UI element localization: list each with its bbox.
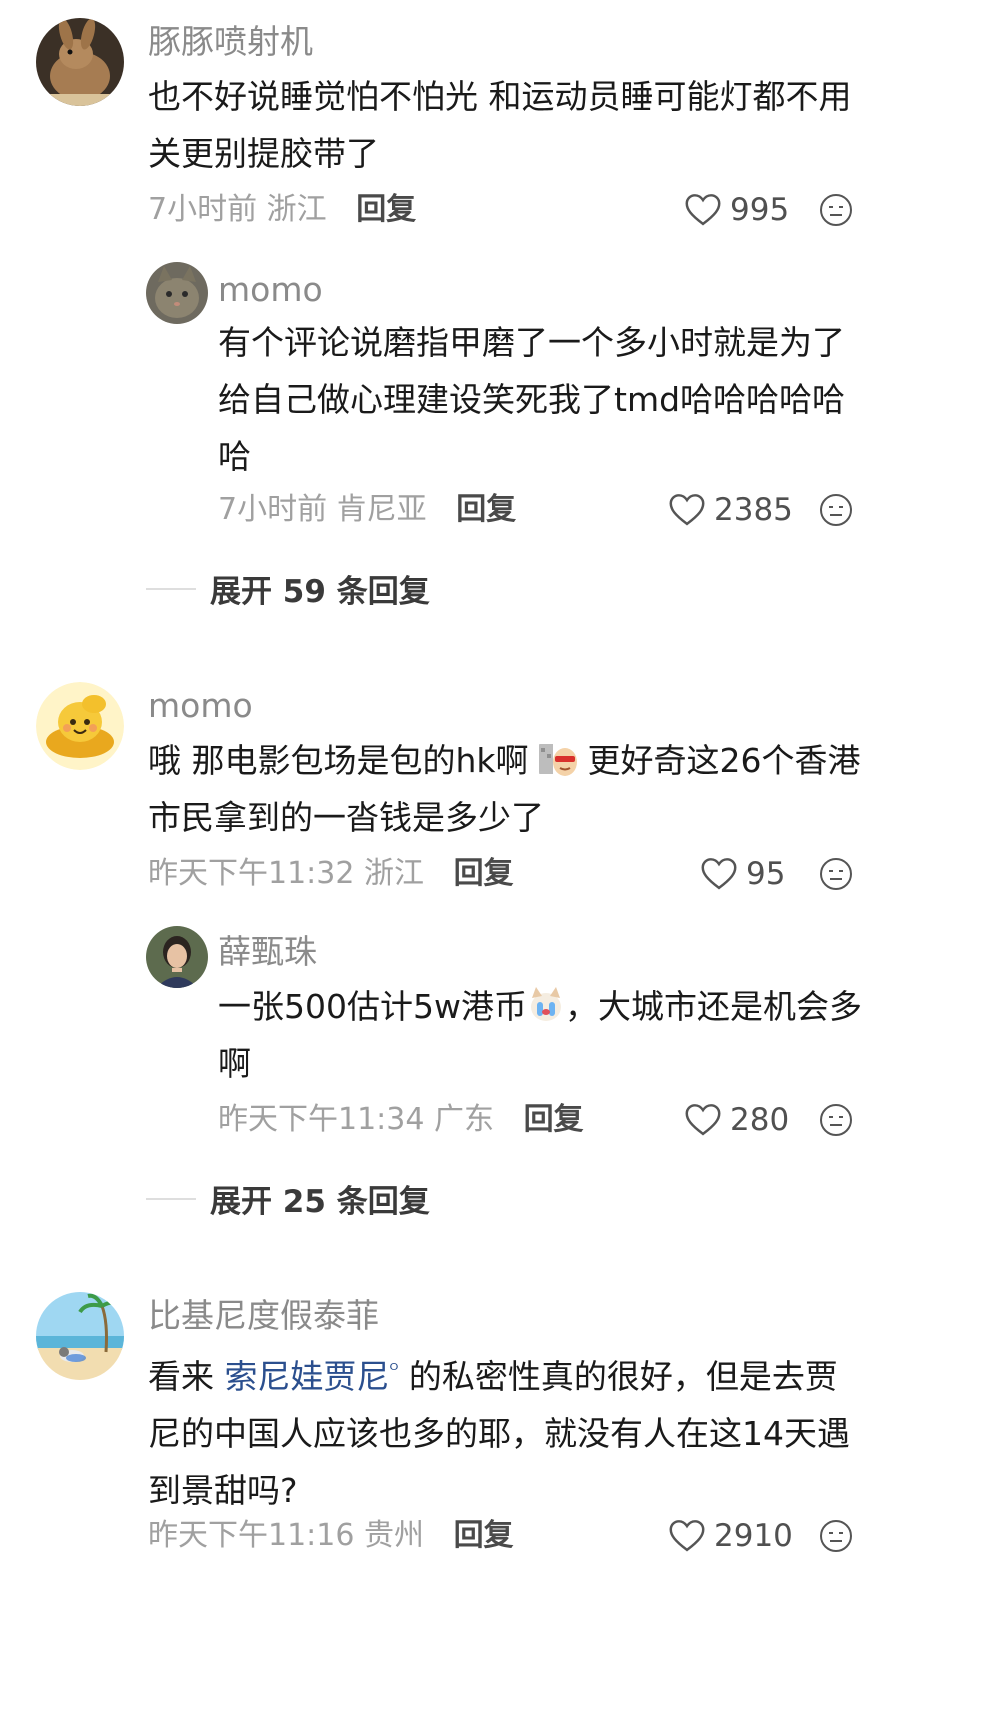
comment-location: 浙江 (266, 192, 327, 227)
like-button[interactable]: 995 (684, 190, 789, 230)
reply-author[interactable]: 薛甄珠 (218, 932, 317, 972)
reply-button[interactable]: 回复 (456, 492, 516, 527)
comment-text: 看来 索尼娃贾尼ᴼ 的私密性真的很好，但是去贾 尼的中国人应该也多的耶，就没有人… (148, 1342, 908, 1519)
reply-time: 昨天下午11:34 (218, 1102, 425, 1137)
comment-text-line: 哦 那电影包场是包的hk啊 更好奇这26个香港 (148, 732, 888, 789)
comment-text-segment: 看来 (148, 1357, 214, 1396)
rabbit-avatar-icon (36, 18, 124, 106)
heart-icon (685, 194, 721, 226)
expand-replies-label: 展开 59 条回复 (210, 574, 430, 610)
divider-line (146, 587, 196, 590)
heart-icon (669, 494, 705, 526)
reply-meta: 7小时前 肯尼亚 回复 (218, 490, 516, 530)
comment-location: 贵州 (364, 1518, 425, 1553)
reply-text-segment: ，大城市还是机会多 (564, 987, 862, 1026)
like-count: 280 (730, 1102, 790, 1138)
dislike-face-icon[interactable] (818, 856, 854, 892)
comment-author[interactable]: 比基尼度假泰菲 (148, 1296, 379, 1336)
reply-meta: 昨天下午11:34 广东 回复 (218, 1100, 584, 1140)
reply-button[interactable]: 回复 (454, 856, 514, 891)
crying-dog-emoji-icon (530, 987, 561, 1021)
reply-button[interactable]: 回复 (356, 192, 416, 227)
heart-icon (669, 1520, 705, 1552)
reply-location: 广东 (434, 1102, 495, 1137)
reply-text-line: 给自己做心理建设笑死我了tmd哈哈哈哈哈 (218, 380, 846, 419)
comment-location: 浙江 (364, 856, 425, 891)
reply-button[interactable]: 回复 (524, 1102, 584, 1137)
comment-text-segment: 的私密性真的很好，但是去贾 (408, 1357, 838, 1396)
comment-text-segment: 哦 那电影包场是包的hk啊 (148, 741, 529, 780)
comment-text-line: 也不好说睡觉怕不怕光 和运动员睡可能灯都不用 (148, 77, 852, 116)
dislike-face-icon[interactable] (818, 492, 854, 528)
like-button[interactable]: 2385 (668, 490, 793, 530)
comment-meta: 昨天下午11:16 贵州 回复 (148, 1516, 514, 1556)
like-button[interactable]: 280 (684, 1100, 789, 1140)
reply-text: 一张500估计5w港币 ，大城市还是机会多 啊 (218, 978, 878, 1092)
comment-text-line: 关更别提胶带了 (148, 134, 379, 173)
like-button[interactable]: 2910 (668, 1516, 793, 1556)
heart-icon (685, 1104, 721, 1136)
reply-text-line: 一张500估计5w港币 ，大城市还是机会多 (218, 978, 878, 1035)
avatar[interactable] (36, 18, 124, 106)
comment-text-line: 到景甜吗? (148, 1471, 298, 1510)
expand-replies-button[interactable]: 展开 25 条回复 (146, 1176, 430, 1221)
expand-replies-label: 展开 25 条回复 (210, 1184, 430, 1220)
avatar[interactable] (36, 1292, 124, 1380)
comment-author[interactable]: 豚豚喷射机 (148, 22, 313, 62)
dislike-face-icon[interactable] (818, 1102, 854, 1138)
avatar[interactable] (146, 926, 208, 988)
reply-button[interactable]: 回复 (454, 1518, 514, 1553)
comment-time: 昨天下午11:32 (148, 856, 355, 891)
like-count: 2910 (714, 1518, 793, 1554)
beach-avatar-icon (36, 1292, 124, 1380)
heart-icon (701, 858, 737, 890)
location-link[interactable]: 索尼娃贾尼ᴼ (225, 1357, 399, 1396)
like-count: 95 (746, 856, 786, 892)
reply-author[interactable]: momo (218, 270, 323, 310)
comment-author[interactable]: momo (148, 686, 253, 726)
comment-text: 哦 那电影包场是包的hk啊 更好奇这26个香港 市民拿到的一沓钱是多少了 (148, 732, 888, 846)
cat-avatar-icon (146, 262, 208, 324)
comment-text-line: 尼的中国人应该也多的耶，就没有人在这14天遇 (148, 1414, 850, 1453)
cool-face-emoji-icon (539, 744, 578, 776)
comment-meta: 昨天下午11:32 浙江 回复 (148, 854, 514, 894)
comment-text: 也不好说睡觉怕不怕光 和运动员睡可能灯都不用 关更别提胶带了 (148, 68, 868, 182)
comment-text-line: 看来 索尼娃贾尼ᴼ 的私密性真的很好，但是去贾 (148, 1342, 908, 1405)
like-count: 2385 (714, 492, 793, 528)
expand-replies-button[interactable]: 展开 59 条回复 (146, 566, 430, 611)
dislike-face-icon[interactable] (818, 192, 854, 228)
reply-text: 有个评论说磨指甲磨了一个多小时就是为了 给自己做心理建设笑死我了tmd哈哈哈哈哈… (218, 314, 868, 485)
comment-text-line: 市民拿到的一沓钱是多少了 (148, 798, 544, 837)
gold-ingot-avatar-icon (36, 682, 124, 770)
divider-line (146, 1197, 196, 1200)
reply-text-line: 有个评论说磨指甲磨了一个多小时就是为了 (218, 323, 845, 362)
like-count: 995 (730, 192, 790, 228)
search-icon: ᴼ (389, 1360, 399, 1381)
comment-text-segment: 更好奇这26个香港 (587, 741, 861, 780)
like-button[interactable]: 95 (700, 854, 785, 894)
woman-avatar-icon (146, 926, 208, 988)
avatar[interactable] (146, 262, 208, 324)
comment-time: 昨天下午11:16 (148, 1518, 355, 1553)
reply-time: 7小时前 (218, 492, 328, 527)
reply-text-line: 啊 (218, 1044, 251, 1083)
comment-meta: 7小时前 浙江 回复 (148, 190, 416, 230)
reply-text-line: 哈 (218, 437, 251, 476)
reply-text-segment: 一张500估计5w港币 (218, 987, 527, 1026)
dislike-face-icon[interactable] (818, 1518, 854, 1554)
reply-location: 肯尼亚 (336, 492, 427, 527)
avatar[interactable] (36, 682, 124, 770)
comment-time: 7小时前 (148, 192, 258, 227)
location-link-label: 索尼娃贾尼 (224, 1357, 390, 1396)
